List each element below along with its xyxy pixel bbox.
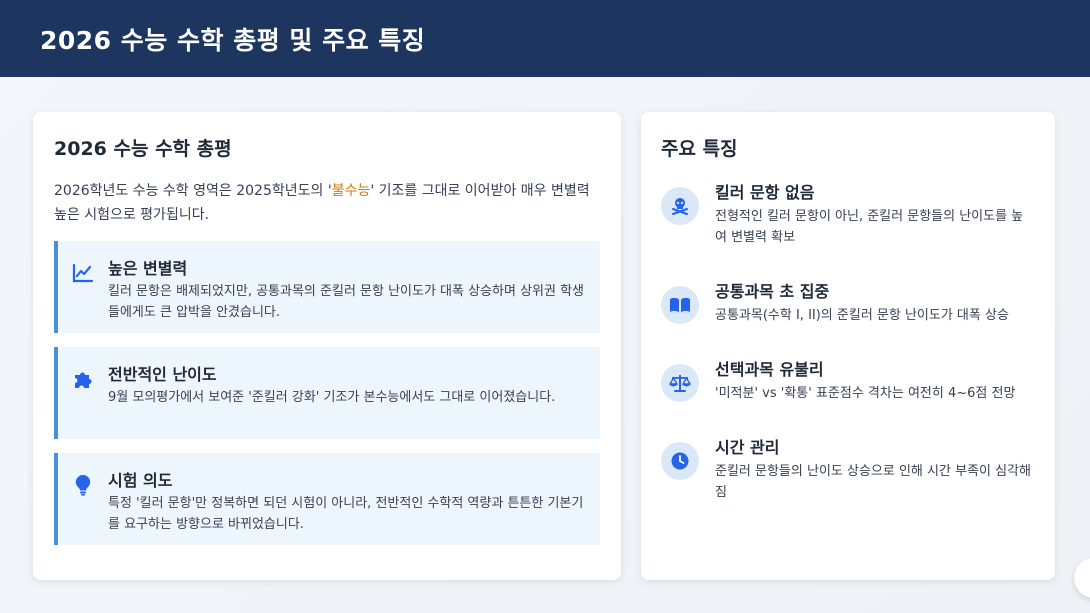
point-desc: 준킬러 문항들의 난이도 상승으로 인해 시간 부족이 심각해짐 xyxy=(715,464,1031,500)
point-title: 공통과목 초 집중 xyxy=(715,282,830,301)
review-intro: 2026학년도 수능 수학 영역은 2025학년도의 '불수능' 기조를 그대로… xyxy=(54,179,600,227)
point-title: 시간 관리 xyxy=(715,438,780,457)
point-desc: 전형적인 킬러 문항이 아닌, 준킬러 문항들의 난이도를 높여 변별력 확보 xyxy=(715,209,1024,245)
balance-scale-icon xyxy=(661,364,699,402)
review-title: 2026 수능 수학 총평 xyxy=(54,138,232,160)
point-desc: '미적분' vs '확통' 표준점수 격차는 여전히 4~6점 전망 xyxy=(715,386,1016,401)
floating-action-button[interactable] xyxy=(1074,558,1090,598)
feature-discrimination: 높은 변별력 킬러 문항은 배제되었지만, 공통과목의 준킬러 문항 난이도가 … xyxy=(54,241,600,333)
intro-highlight: 불수능 xyxy=(331,183,371,199)
feature-intent: 시험 의도 특정 '킬러 문항'만 정복하면 되던 시험이 아니라, 전반적인 … xyxy=(54,453,600,545)
point-desc: 공통과목(수학 I, II)의 준킬러 문항 난이도가 대폭 상승 xyxy=(715,308,1009,323)
point-title: 선택과목 유불리 xyxy=(715,360,824,379)
feature-desc: 킬러 문항은 배제되었지만, 공통과목의 준킬러 문항 난이도가 대폭 상승하며… xyxy=(108,284,585,320)
review-card: 2026 수능 수학 총평 2026학년도 수능 수학 영역은 2025학년도의… xyxy=(33,112,621,580)
point-title: 킬러 문항 없음 xyxy=(715,183,815,202)
feature-desc: 특정 '킬러 문항'만 정복하면 되던 시험이 아니라, 전반적인 수학적 역량… xyxy=(108,496,584,532)
point-item: 선택과목 유불리 '미적분' vs '확통' 표준점수 격차는 여전히 4~6점… xyxy=(661,356,1035,404)
chart-line-icon xyxy=(70,261,96,285)
skull-crossbones-icon xyxy=(661,187,699,225)
feature-difficulty: 전반적인 난이도 9월 모의평가에서 보여준 '준킬러 강화' 기조가 본수능에… xyxy=(54,347,600,439)
lightbulb-icon xyxy=(70,473,96,497)
clock-icon xyxy=(661,442,699,480)
feature-title: 높은 변별력 xyxy=(108,259,188,278)
key-points-title: 주요 특징 xyxy=(661,138,738,160)
feature-title: 전반적인 난이도 xyxy=(108,365,217,384)
intro-text-before: 2026학년도 수능 수학 영역은 2025학년도의 ' xyxy=(54,183,332,199)
puzzle-icon xyxy=(70,367,96,391)
page-title: 2026 수능 수학 총평 및 주요 특징 xyxy=(40,25,426,55)
feature-desc: 9월 모의평가에서 보여준 '준킬러 강화' 기조가 본수능에서도 그대로 이어… xyxy=(108,390,556,405)
point-item: 킬러 문항 없음 전형적인 킬러 문항이 아닌, 준킬러 문항들의 난이도를 높… xyxy=(661,179,1035,248)
book-open-icon xyxy=(661,286,699,324)
feature-title: 시험 의도 xyxy=(108,471,173,490)
page-header: 2026 수능 수학 총평 및 주요 특징 xyxy=(0,0,1090,77)
point-item: 시간 관리 준킬러 문항들의 난이도 상승으로 인해 시간 부족이 심각해짐 xyxy=(661,434,1035,503)
point-item: 공통과목 초 집중 공통과목(수학 I, II)의 준킬러 문항 난이도가 대폭… xyxy=(661,278,1035,326)
key-points-card: 주요 특징 킬러 문항 없음 전형적인 킬러 문항이 아닌, 준킬러 문항들의 … xyxy=(641,112,1055,580)
